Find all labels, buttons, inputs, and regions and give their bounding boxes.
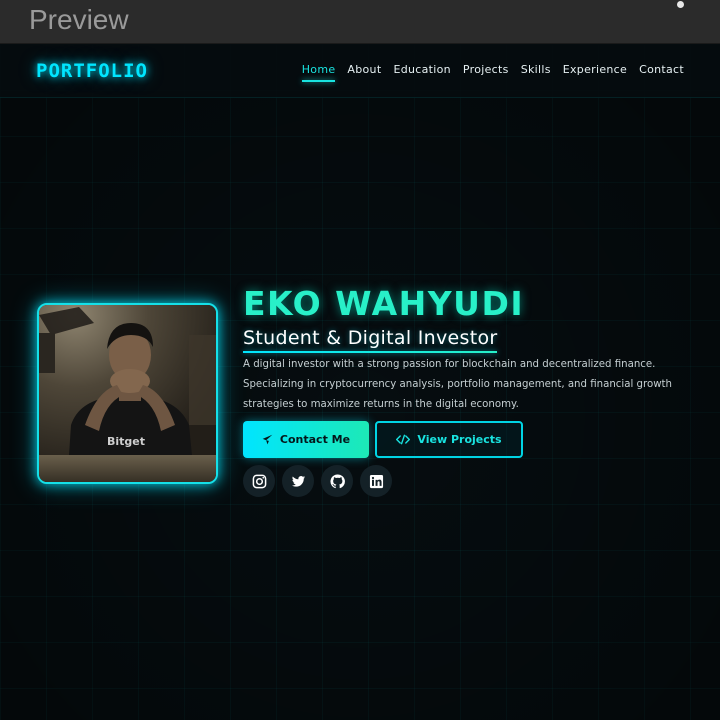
contact-me-label: Contact Me: [279, 433, 351, 446]
role-underline: [243, 351, 497, 353]
github-icon: [329, 473, 345, 488]
nav-link-home[interactable]: Home: [301, 63, 336, 82]
hero-name: EKO WAHYUDI: [243, 284, 525, 323]
profile-photo-image: Bitget: [39, 305, 216, 482]
twitter-link[interactable]: [282, 465, 314, 497]
preview-header: Preview: [0, 0, 720, 44]
nav-link-education[interactable]: Education: [393, 63, 450, 82]
nav-link-projects[interactable]: Projects: [463, 63, 509, 82]
twitter-icon: [291, 475, 305, 487]
view-projects-label: View Projects: [417, 433, 502, 446]
paper-plane-icon: [262, 434, 273, 445]
preview-title: Preview: [29, 4, 129, 35]
site-logo[interactable]: PORTFOLIO: [36, 60, 148, 82]
view-projects-button[interactable]: View Projects: [375, 421, 523, 458]
portfolio-page: PORTFOLIO Home About Education Projects …: [0, 44, 720, 720]
shirt-logo: Bitget: [107, 435, 145, 448]
nav-links: Home About Education Projects Skills Exp…: [301, 63, 684, 82]
hero-role: Student & Digital Investor: [243, 327, 498, 349]
status-dot: [677, 1, 684, 8]
nav-link-contact[interactable]: Contact: [639, 63, 684, 82]
contact-me-button[interactable]: Contact Me: [243, 421, 369, 458]
linkedin-link[interactable]: [360, 465, 392, 497]
hero-description: A digital investor with a strong passion…: [243, 359, 672, 410]
social-links: [243, 465, 392, 497]
code-icon: [396, 434, 411, 445]
navbar: PORTFOLIO Home About Education Projects …: [0, 44, 720, 98]
nav-link-about[interactable]: About: [347, 63, 381, 82]
nav-link-experience[interactable]: Experience: [563, 63, 627, 82]
github-link[interactable]: [321, 465, 353, 497]
linkedin-icon: [369, 474, 383, 488]
profile-photo: Bitget: [37, 303, 218, 484]
instagram-link[interactable]: [243, 465, 275, 497]
nav-link-skills[interactable]: Skills: [521, 63, 551, 82]
instagram-icon: [252, 474, 266, 488]
